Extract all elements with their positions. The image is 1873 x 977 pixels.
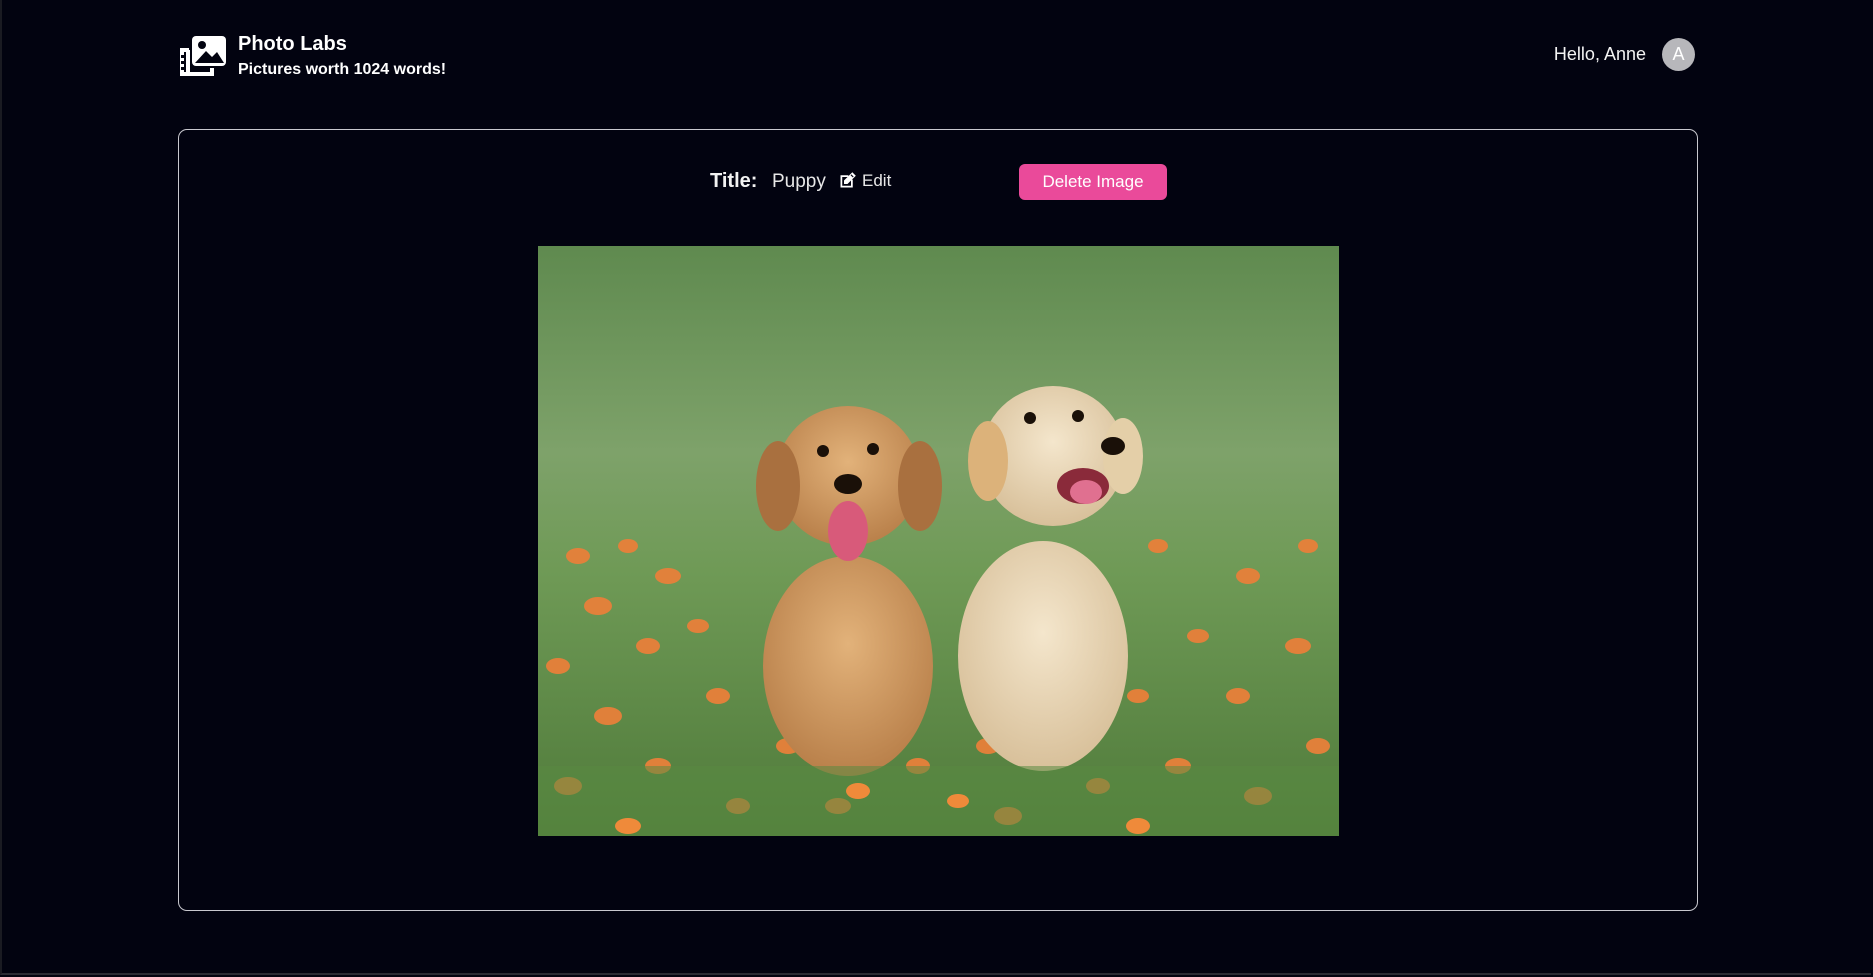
photo-gallery-icon xyxy=(180,36,226,76)
edit-title-button[interactable]: Edit xyxy=(837,170,891,191)
brand[interactable]: Photo Labs Pictures worth 1024 words! xyxy=(178,32,446,80)
edit-label: Edit xyxy=(862,170,892,190)
image-title: Puppy xyxy=(772,171,826,192)
puppy-photo xyxy=(538,246,1339,836)
app-name: Photo Labs xyxy=(238,33,347,55)
edit-icon xyxy=(840,172,856,188)
title-label: Title: xyxy=(710,170,758,192)
brand-text: Photo Labs Pictures worth 1024 words! xyxy=(238,32,446,80)
user-menu[interactable]: Hello, Anne A xyxy=(1554,38,1695,71)
image-detail-card: Title: Puppy Edit Delete Image xyxy=(178,129,1698,911)
app-tagline: Pictures worth 1024 words! xyxy=(238,61,447,78)
avatar[interactable]: A xyxy=(1662,38,1695,71)
image-toolbar: Title: Puppy Edit Delete Image xyxy=(179,164,1697,200)
app-header: Photo Labs Pictures worth 1024 words! He… xyxy=(178,32,1695,82)
delete-image-button[interactable]: Delete Image xyxy=(1019,164,1167,200)
user-greeting: Hello, Anne xyxy=(1553,44,1646,64)
